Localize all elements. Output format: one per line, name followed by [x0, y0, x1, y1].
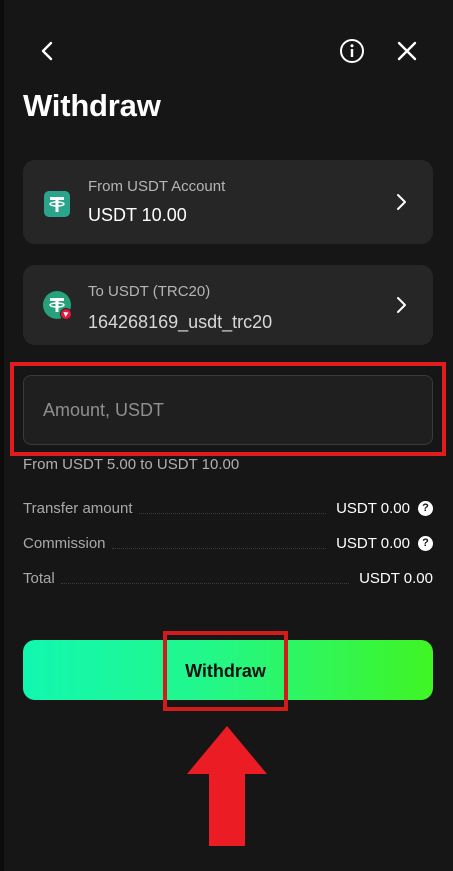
amount-input[interactable]	[23, 375, 433, 445]
dotted-leader	[60, 582, 350, 584]
close-button[interactable]	[389, 33, 425, 69]
help-icon[interactable]: ?	[418, 535, 433, 551]
from-account-balance: USDT 10.00	[88, 205, 187, 225]
withdraw-screen: Withdraw From USDT Account USDT 10.00 To…	[0, 0, 453, 871]
chevron-right-icon	[397, 297, 406, 313]
total-label: Total	[23, 569, 55, 587]
dotted-leader	[138, 512, 327, 514]
withdraw-button[interactable]	[23, 640, 433, 700]
help-icon[interactable]: ?	[418, 500, 433, 516]
dotted-leader	[111, 547, 327, 549]
from-account-selector[interactable]: From USDT Account USDT 10.00	[23, 160, 433, 244]
total-value: USDT 0.00	[359, 569, 433, 587]
from-account-label: From USDT Account	[88, 178, 226, 195]
top-bar	[0, 0, 453, 100]
chevron-left-icon	[41, 41, 53, 61]
chevron-right-icon	[397, 194, 406, 210]
window-edge	[0, 0, 4, 871]
info-button[interactable]	[334, 33, 370, 69]
transfer-amount-label: Transfer amount	[23, 499, 133, 517]
to-wallet-label: To USDT (TRC20)	[88, 283, 211, 300]
summary-row-transfer: Transfer amount USDT 0.00 ?	[23, 496, 433, 520]
arrow-up-icon	[187, 726, 267, 846]
info-icon	[340, 39, 364, 63]
usdt-trc20-icon	[43, 291, 72, 320]
close-icon	[397, 41, 417, 61]
summary-row-total: Total USDT 0.00	[23, 566, 433, 590]
page-title: Withdraw	[23, 88, 161, 123]
amount-range-hint: From USDT 5.00 to USDT 10.00	[23, 456, 240, 473]
to-wallet-selector[interactable]: To USDT (TRC20) 164268169_usdt_trc20	[23, 265, 433, 345]
commission-value: USDT 0.00	[336, 534, 410, 552]
back-button[interactable]	[30, 33, 66, 69]
summary-row-commission: Commission USDT 0.00 ?	[23, 531, 433, 555]
to-wallet-address: 164268169_usdt_trc20	[88, 312, 273, 332]
usdt-tether-icon	[44, 191, 70, 217]
transfer-amount-value: USDT 0.00	[336, 499, 410, 517]
commission-label: Commission	[23, 534, 106, 552]
